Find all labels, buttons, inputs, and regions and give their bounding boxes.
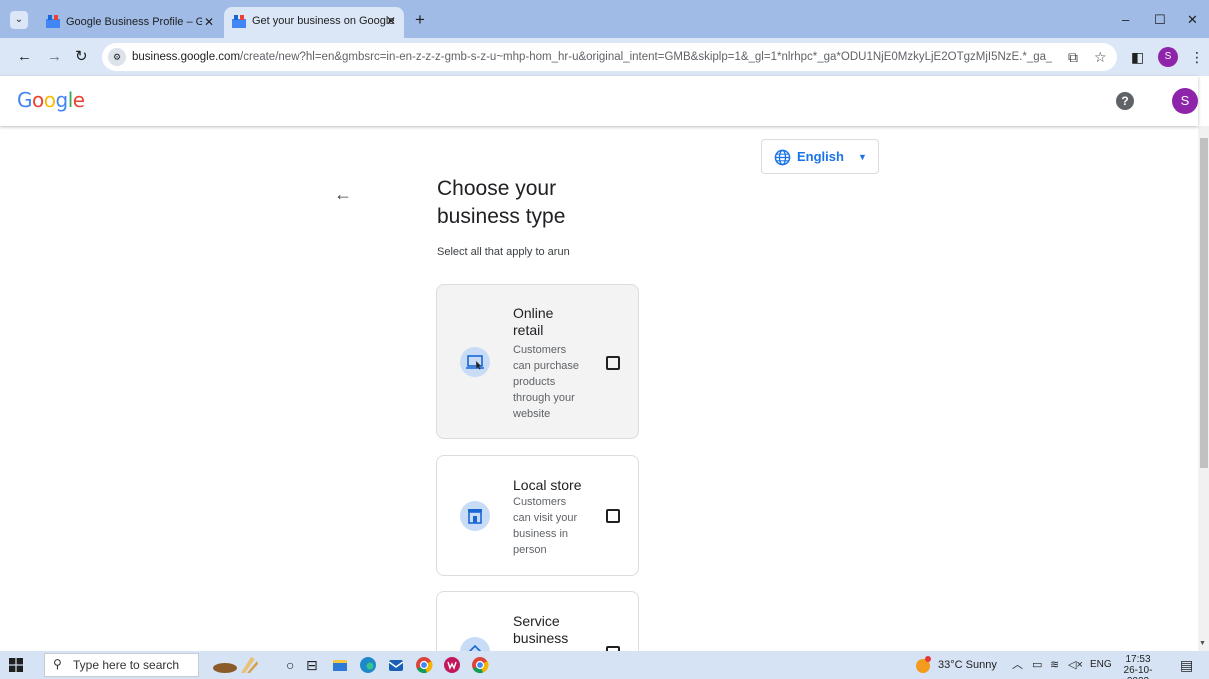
page-scrollbar-thumb[interactable] <box>1200 138 1208 468</box>
tab-title: Google Business Profile – Get i <box>66 16 202 28</box>
browser-menu-icon[interactable]: ⋮ <box>1190 48 1204 66</box>
browser-profile-icon[interactable]: S <box>1158 47 1178 67</box>
close-window-button[interactable]: ✕ <box>1187 9 1198 31</box>
task-view-icon[interactable]: ⊟ <box>306 651 318 679</box>
notifications-icon[interactable]: ▤ <box>1180 651 1193 679</box>
url-text[interactable]: business.google.com/create/new?hl=en&gmb… <box>132 43 1052 71</box>
page-title: Choose your business type <box>437 177 566 228</box>
url-host: business.google.com <box>132 51 241 63</box>
side-panel-icon[interactable]: ◧ <box>1131 48 1144 66</box>
url-path: /create/new?hl=en&gmbsrc=in-en-z-z-z-gmb… <box>240 51 1052 63</box>
clock-time: 17:53 <box>1125 654 1151 665</box>
windows-taskbar: ⚲ Type here to search ○ ⊟ 33°C Sunny ︿ ▭… <box>0 651 1209 679</box>
back-arrow-icon[interactable]: ← <box>334 183 352 205</box>
weather-sun-icon[interactable] <box>914 655 932 675</box>
logo-letter: o <box>43 88 56 112</box>
battery-icon[interactable]: ▭ <box>1032 651 1042 679</box>
site-info-icon[interactable]: ⚙ <box>108 48 126 66</box>
google-header: Google ? S <box>0 76 1198 126</box>
wps-office-icon[interactable] <box>442 655 462 675</box>
card-title: Online retail <box>513 305 554 338</box>
scroll-down-arrow-icon[interactable]: ▼ <box>1199 640 1206 647</box>
taskbar-search-placeholder: Type here to search <box>73 658 180 672</box>
page-subtitle: Select all that apply to arun <box>437 246 570 258</box>
speaker-icon[interactable]: ◁× <box>1068 651 1083 679</box>
google-business-favicon-icon <box>46 15 60 28</box>
windows-start-icon[interactable] <box>9 658 23 672</box>
tab-google-business-profile[interactable]: Google Business Profile – Get i ✕ <box>38 9 221 35</box>
edge-browser-icon[interactable] <box>358 655 378 675</box>
tab-title: Get your business on Google <box>252 15 395 27</box>
taskbar-clock[interactable]: 17:53 26-10-2023 <box>1116 654 1160 679</box>
globe-icon <box>774 149 791 166</box>
new-tab-button[interactable]: + <box>415 9 425 31</box>
account-avatar[interactable]: S <box>1172 88 1198 114</box>
local-store-checkbox[interactable] <box>606 509 620 523</box>
maximize-button[interactable]: ☐ <box>1154 9 1166 31</box>
card-description: Customers can purchase products through … <box>513 344 580 420</box>
logo-letter: o <box>32 88 44 112</box>
mail-app-icon[interactable] <box>386 655 406 675</box>
taskbar-search-box[interactable]: ⚲ Type here to search <box>44 653 199 677</box>
wifi-icon[interactable]: ≋ <box>1050 651 1059 679</box>
language-selector[interactable]: English ▼ <box>761 139 879 174</box>
reload-icon[interactable]: ↻ <box>75 46 88 68</box>
input-language[interactable]: ENG <box>1090 651 1112 679</box>
card-description: Customers can visit your business in per… <box>513 496 578 556</box>
tab-get-your-business-on-google[interactable]: Get your business on Google ✕ <box>224 7 404 38</box>
file-explorer-icon[interactable] <box>330 655 350 675</box>
clock-date: 26-10-2023 <box>1123 665 1153 679</box>
address-bar[interactable]: ⚙ business.google.com/create/new?hl=en&g… <box>102 43 1117 71</box>
card-title: Local store <box>513 477 582 493</box>
weather-text[interactable]: 33°C Sunny <box>938 651 997 679</box>
diwali-lamp-widget-icon[interactable] <box>211 655 259 675</box>
chrome-profile-icon[interactable] <box>470 655 490 675</box>
tab-search-chevron-icon[interactable]: ⌄ <box>10 11 28 29</box>
business-type-card-local-store[interactable]: Local store Customers can visit your bus… <box>436 455 639 576</box>
chrome-icon[interactable] <box>414 655 434 675</box>
browser-toolbar: ← → ↻ ⚙ business.google.com/create/new?h… <box>0 38 1209 76</box>
logo-letter: G <box>17 88 33 112</box>
google-business-favicon-icon <box>232 15 246 28</box>
help-icon[interactable]: ? <box>1116 92 1134 110</box>
card-title: Service business <box>513 613 569 646</box>
search-icon: ⚲ <box>53 657 62 671</box>
install-app-icon[interactable]: ⧉ <box>1068 47 1078 67</box>
cortana-icon[interactable]: ○ <box>286 651 294 679</box>
google-logo[interactable]: Google <box>17 88 85 112</box>
logo-letter: g <box>55 88 69 112</box>
online-retail-icon <box>460 347 490 377</box>
tab-close-icon[interactable]: ✕ <box>386 7 396 35</box>
logo-letter: e <box>72 88 85 112</box>
local-store-icon <box>460 501 490 531</box>
browser-tab-strip: ⌄ Google Business Profile – Get i ✕ Get … <box>0 0 1209 38</box>
forward-nav-icon[interactable]: → <box>47 46 62 68</box>
back-nav-icon[interactable]: ← <box>17 46 32 68</box>
caret-down-icon: ▼ <box>858 152 867 162</box>
bookmark-star-icon[interactable]: ☆ <box>1094 47 1107 67</box>
business-type-card-online-retail[interactable]: Online retail Customers can purchase pro… <box>436 284 639 439</box>
minimize-button[interactable]: – <box>1122 9 1129 31</box>
tab-close-icon[interactable]: ✕ <box>204 9 214 35</box>
online-retail-checkbox[interactable] <box>606 356 620 370</box>
language-label: English <box>797 149 844 164</box>
tray-chevron-up-icon[interactable]: ︿ <box>1012 651 1023 679</box>
